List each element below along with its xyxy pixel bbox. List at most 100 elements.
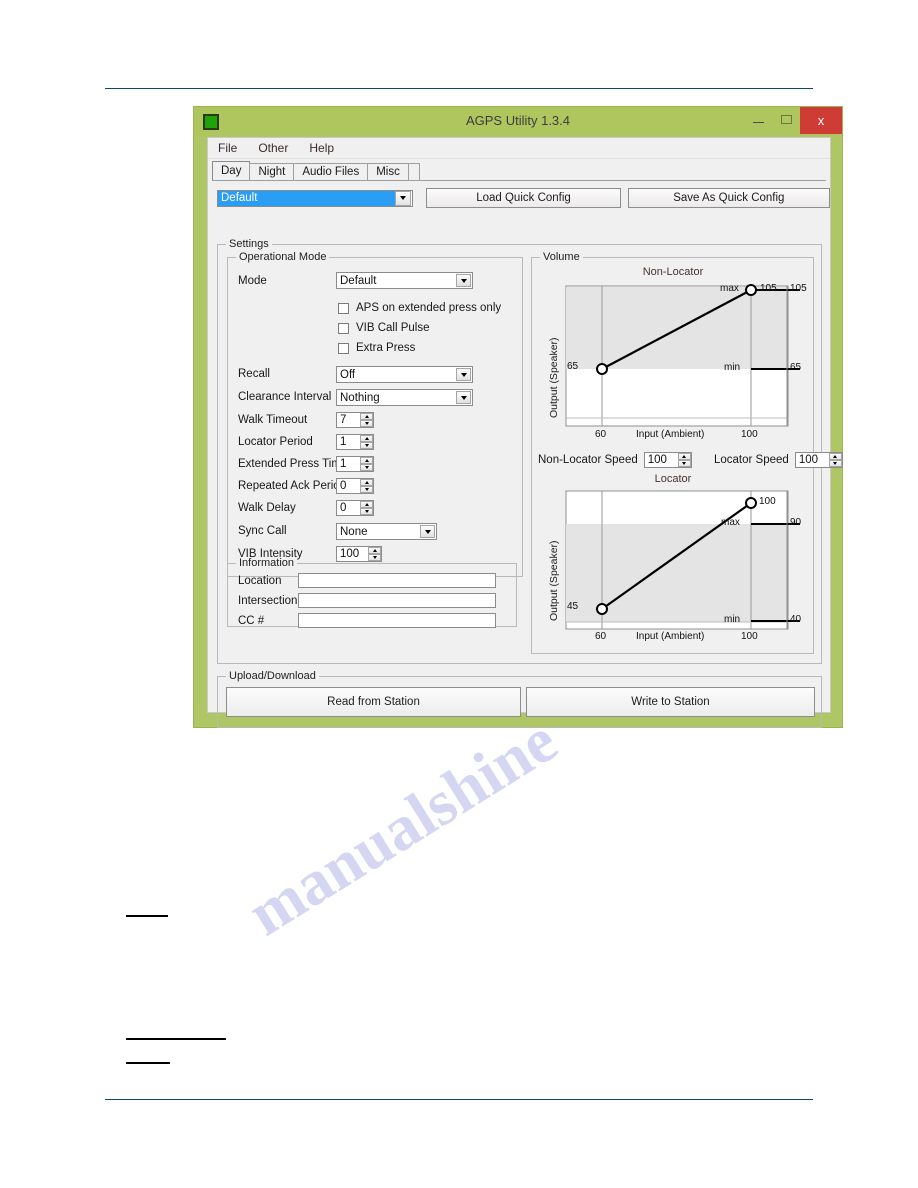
recall-dropdown[interactable]: Off <box>336 366 473 383</box>
locator-speed-spinner[interactable]: 100 <box>794 452 843 468</box>
settings-group: Settings Operational Mode Mode Default A… <box>217 238 843 664</box>
checkbox-icon[interactable] <box>338 322 349 334</box>
locator-period-label: Locator Period <box>238 436 313 448</box>
clearance-interval-label: Clearance Interval <box>238 391 332 403</box>
mode-label-row: Mode <box>238 275 267 287</box>
spinner-down-icon[interactable] <box>360 464 373 471</box>
checkbox-icon[interactable] <box>338 302 349 314</box>
sync-call-label: Sync Call <box>238 525 287 537</box>
menu-other[interactable]: Other <box>258 141 288 155</box>
title-bar: AGPS Utility 1.3.4 x <box>194 107 842 137</box>
close-button[interactable]: x <box>800 107 842 134</box>
tab-day[interactable]: Day <box>212 161 251 181</box>
spinner-down-icon[interactable] <box>677 460 691 467</box>
location-input[interactable] <box>298 573 496 588</box>
tab-night[interactable]: Night <box>249 163 295 181</box>
chevron-down-icon[interactable] <box>420 525 435 538</box>
walk-delay-label-row: Walk Delay <box>238 502 296 514</box>
repeated-ack-period-label: Repeated Ack Period <box>238 480 347 492</box>
tab-audio-files[interactable]: Audio Files <box>293 163 369 181</box>
chevron-down-icon[interactable] <box>456 368 471 381</box>
settings-group-title: Settings <box>226 238 272 250</box>
profile-combobox[interactable]: Default <box>217 189 414 207</box>
recall-value: Off <box>340 368 356 381</box>
chevron-down-icon[interactable] <box>456 274 471 287</box>
minimize-button[interactable] <box>744 107 772 132</box>
save-quick-config-button[interactable]: Save As Quick Config <box>627 188 830 208</box>
repeated-ack-period-label-row: Repeated Ack Period <box>238 480 346 492</box>
spinner-buttons[interactable] <box>360 479 373 493</box>
locator-speed-row: Locator Speed 100 <box>714 452 843 468</box>
read-from-station-button[interactable]: Read from Station <box>226 687 521 717</box>
spinner-buttons[interactable] <box>828 453 842 467</box>
repeated-ack-period-spinner[interactable]: 0 <box>336 478 374 494</box>
spinner-buttons[interactable] <box>677 453 691 467</box>
walk-timeout-spinner[interactable]: 7 <box>336 412 374 428</box>
chevron-down-icon[interactable] <box>395 190 412 206</box>
clearance-interval-dropdown[interactable]: Nothing <box>336 389 473 406</box>
spinner-up-icon[interactable] <box>360 457 373 464</box>
write-to-station-button[interactable]: Write to Station <box>526 687 815 717</box>
locator-left-low-value: 45 <box>567 601 579 612</box>
menu-help[interactable]: Help <box>309 141 334 155</box>
maximize-button[interactable] <box>772 107 800 132</box>
page-top-rule <box>105 88 813 89</box>
page-bottom-rule <box>105 1099 813 1100</box>
information-group: Information Location Intersection CC # <box>227 557 517 628</box>
spinner-up-icon[interactable] <box>677 453 691 460</box>
repeated-ack-period-value: 0 <box>340 480 347 492</box>
locator-period-spinner[interactable]: 1 <box>336 434 374 450</box>
mode-dropdown[interactable]: Default <box>336 272 473 289</box>
text-underline-1 <box>126 915 168 917</box>
spinner-down-icon[interactable] <box>828 460 842 467</box>
spinner-buttons[interactable] <box>360 413 373 427</box>
walk-delay-label: Walk Delay <box>238 502 296 514</box>
non-locator-speed-value: 100 <box>647 454 667 466</box>
checkbox-extra-press[interactable]: Extra Press <box>338 342 415 354</box>
spinner-up-icon[interactable] <box>360 501 373 508</box>
spinner-down-icon[interactable] <box>360 420 373 427</box>
upload-download-group: Upload/Download Read from Station Write … <box>217 670 822 728</box>
non-locator-point-right-value: 105 <box>760 283 777 294</box>
sync-call-dropdown[interactable]: None <box>336 523 437 540</box>
clearance-interval-value: Nothing <box>340 391 380 404</box>
non-locator-speed-spinner[interactable]: 100 <box>643 452 692 468</box>
spinner-down-icon[interactable] <box>360 442 373 449</box>
intersection-input[interactable] <box>298 593 496 608</box>
intersection-label-row: Intersection <box>238 595 297 607</box>
spinner-up-icon[interactable] <box>368 547 381 554</box>
spinner-down-icon[interactable] <box>360 508 373 515</box>
spinner-up-icon[interactable] <box>360 413 373 420</box>
locator-xtick-60: 60 <box>595 631 607 642</box>
sync-call-value: None <box>340 525 368 538</box>
load-quick-config-button[interactable]: Load Quick Config <box>426 188 621 208</box>
checkbox-aps-extended-press[interactable]: APS on extended press only <box>338 302 501 314</box>
menu-file[interactable]: File <box>218 141 237 155</box>
vib-intensity-spinner[interactable]: 100 <box>336 546 382 562</box>
maximize-icon <box>780 115 792 124</box>
extended-press-time-label-row: Extended Press Time <box>238 458 347 470</box>
spinner-buttons[interactable] <box>360 435 373 449</box>
mode-value: Default <box>340 274 377 287</box>
chevron-down-icon[interactable] <box>456 391 471 404</box>
spinner-buttons[interactable] <box>368 547 381 561</box>
page-canvas: manualshine e . com m AGPS Utility 1.3.4… <box>0 0 918 1188</box>
spinner-up-icon[interactable] <box>360 479 373 486</box>
tab-strip-underline <box>212 180 826 181</box>
spinner-up-icon[interactable] <box>828 453 842 460</box>
extended-press-time-spinner[interactable]: 1 <box>336 456 374 472</box>
spinner-up-icon[interactable] <box>360 435 373 442</box>
non-locator-min-value: 65 <box>790 362 802 373</box>
walk-delay-spinner[interactable]: 0 <box>336 500 374 516</box>
checkbox-vib-call-pulse[interactable]: VIB Call Pulse <box>338 322 430 334</box>
walk-delay-value: 0 <box>340 502 347 514</box>
spinner-down-icon[interactable] <box>368 554 381 561</box>
spinner-buttons[interactable] <box>360 501 373 515</box>
checkbox-icon[interactable] <box>338 342 349 354</box>
spinner-buttons[interactable] <box>360 457 373 471</box>
locator-max-value: 90 <box>790 517 802 528</box>
spinner-down-icon[interactable] <box>360 486 373 493</box>
extended-press-time-label: Extended Press Time <box>238 458 348 470</box>
cc-number-input[interactable] <box>298 613 496 628</box>
tab-misc[interactable]: Misc <box>367 163 409 181</box>
